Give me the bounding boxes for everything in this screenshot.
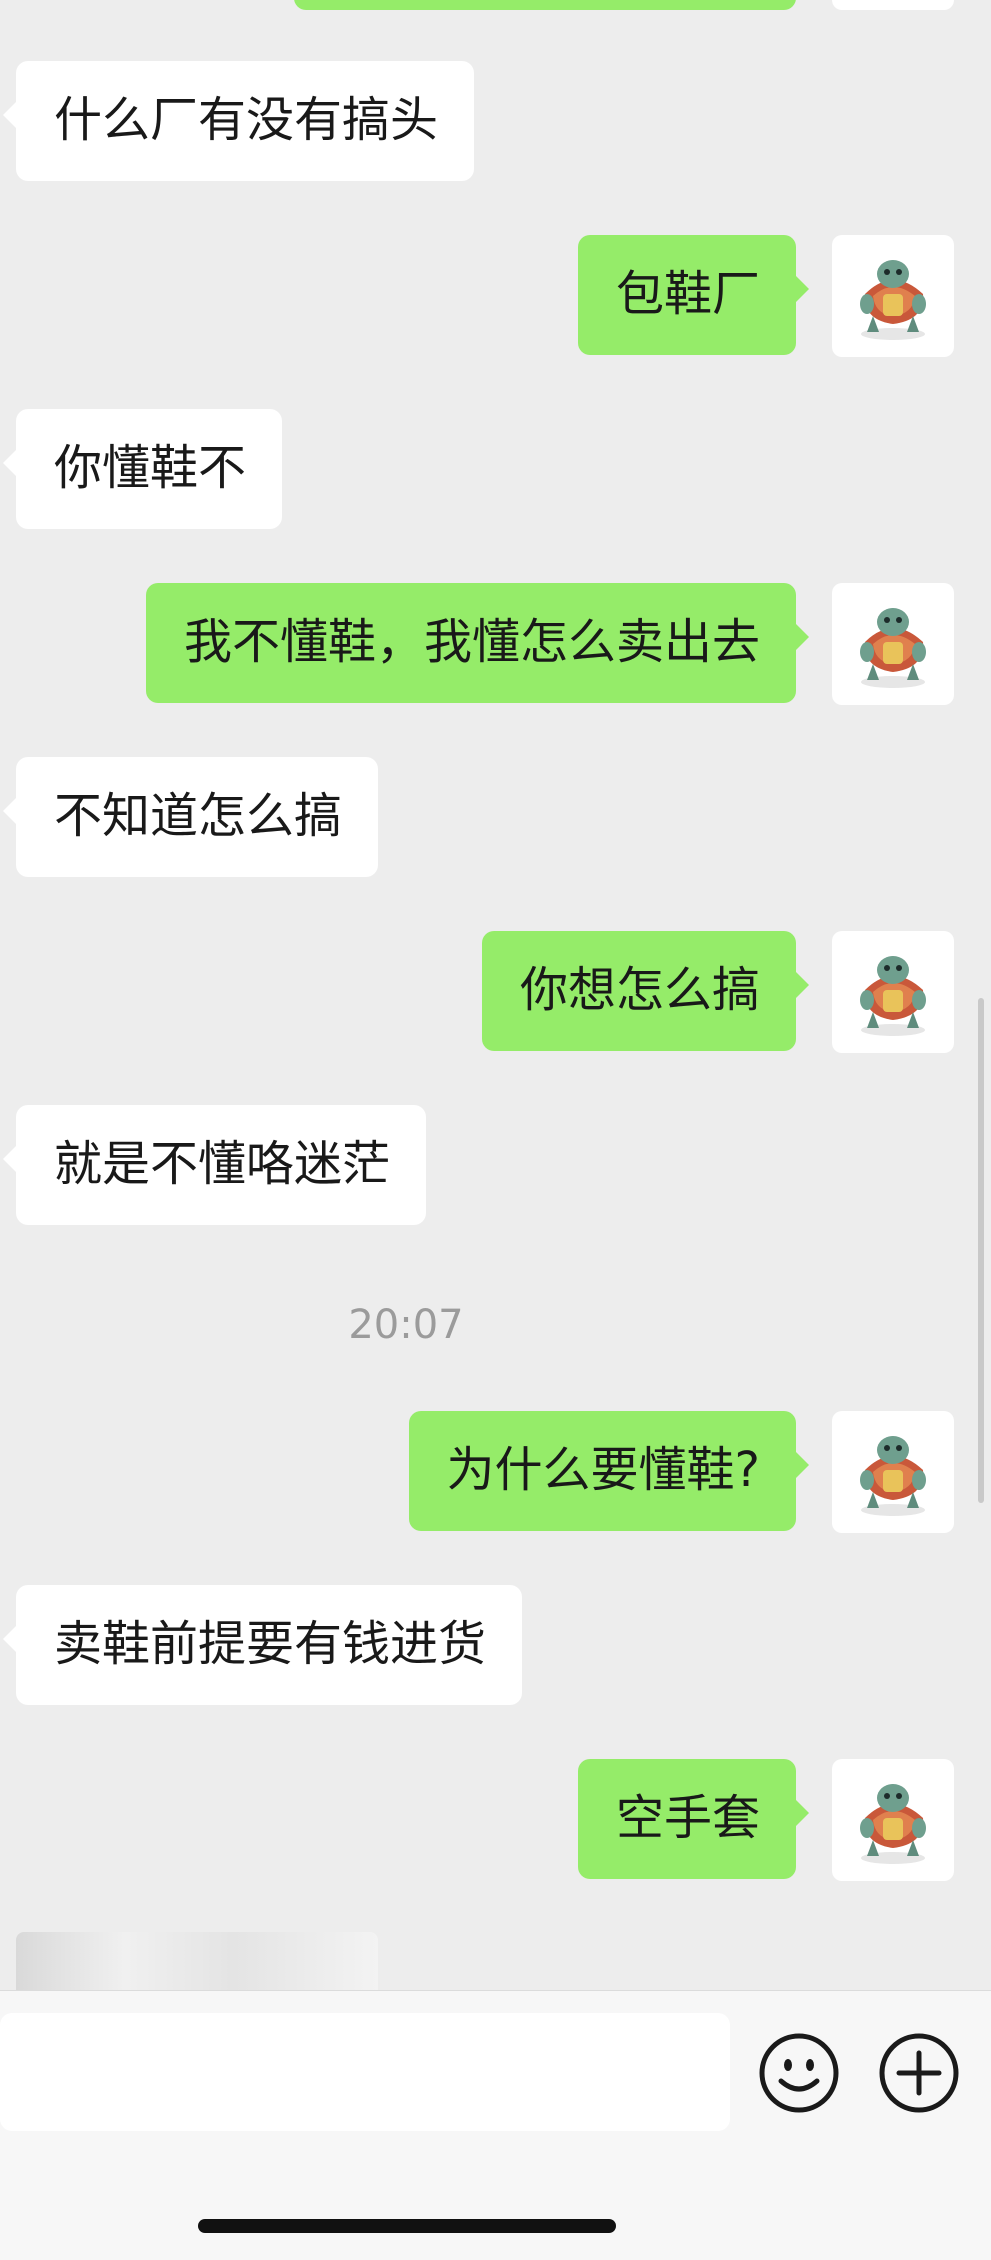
- message-text: 为什么要懂鞋?: [446, 1442, 760, 1498]
- turtle-avatar-icon: [843, 1422, 943, 1522]
- message-text: 你懂鞋不: [54, 440, 247, 496]
- avatar[interactable]: [832, 1759, 954, 1881]
- plus-circle-icon[interactable]: [877, 2031, 961, 2115]
- turtle-avatar-icon: [843, 942, 943, 1042]
- message-text: 就是不懂咯迷茫: [54, 1136, 391, 1192]
- message-text: 你想怎么搞: [519, 962, 760, 1018]
- scrollbar[interactable]: [978, 998, 984, 1503]
- emoji-icon[interactable]: [757, 2031, 841, 2115]
- chat-timestamp: 20:07: [348, 1302, 464, 1348]
- message-bubble-sent[interactable]: 包鞋厂: [577, 235, 810, 355]
- message-text: 我不懂鞋，我懂怎么卖出去: [183, 614, 760, 670]
- message-bubble-received[interactable]: 什么厂有没有搞头: [2, 61, 475, 181]
- message-text: 卖鞋前提要有钱进货: [54, 1616, 487, 1672]
- message-input[interactable]: [0, 2013, 730, 2131]
- message-text: 空手套: [615, 1790, 760, 1846]
- message-text: 不知道怎么搞: [54, 788, 343, 844]
- message-bubble-sent[interactable]: 你想怎么搞: [481, 931, 810, 1051]
- home-indicator: [198, 2219, 616, 2233]
- message-bubble-sent[interactable]: 我不懂鞋，我懂怎么卖出去: [145, 583, 810, 703]
- message-bubble-received[interactable]: 你懂鞋不: [2, 409, 283, 529]
- previous-avatar[interactable]: [832, 0, 954, 10]
- message-text: 什么厂有没有搞头: [54, 92, 439, 148]
- message-bubble-sent[interactable]: 空手套: [577, 1759, 810, 1879]
- message-bubble-received[interactable]: 就是不懂咯迷茫: [2, 1105, 427, 1225]
- message-bubble-received[interactable]: 卖鞋前提要有钱进货: [2, 1585, 523, 1705]
- turtle-avatar-icon: [843, 246, 943, 346]
- avatar[interactable]: [832, 583, 954, 705]
- avatar[interactable]: [832, 1411, 954, 1533]
- message-text: 包鞋厂: [615, 266, 760, 322]
- avatar[interactable]: [832, 235, 954, 357]
- avatar[interactable]: [832, 931, 954, 1053]
- turtle-avatar-icon: [843, 1770, 943, 1870]
- previous-message-bubble[interactable]: [294, 0, 796, 10]
- message-bubble-received[interactable]: 不知道怎么搞: [2, 757, 379, 877]
- turtle-avatar-icon: [843, 594, 943, 694]
- image-message-thumbnail[interactable]: [16, 1932, 378, 1992]
- message-bubble-sent[interactable]: 为什么要懂鞋?: [408, 1411, 810, 1531]
